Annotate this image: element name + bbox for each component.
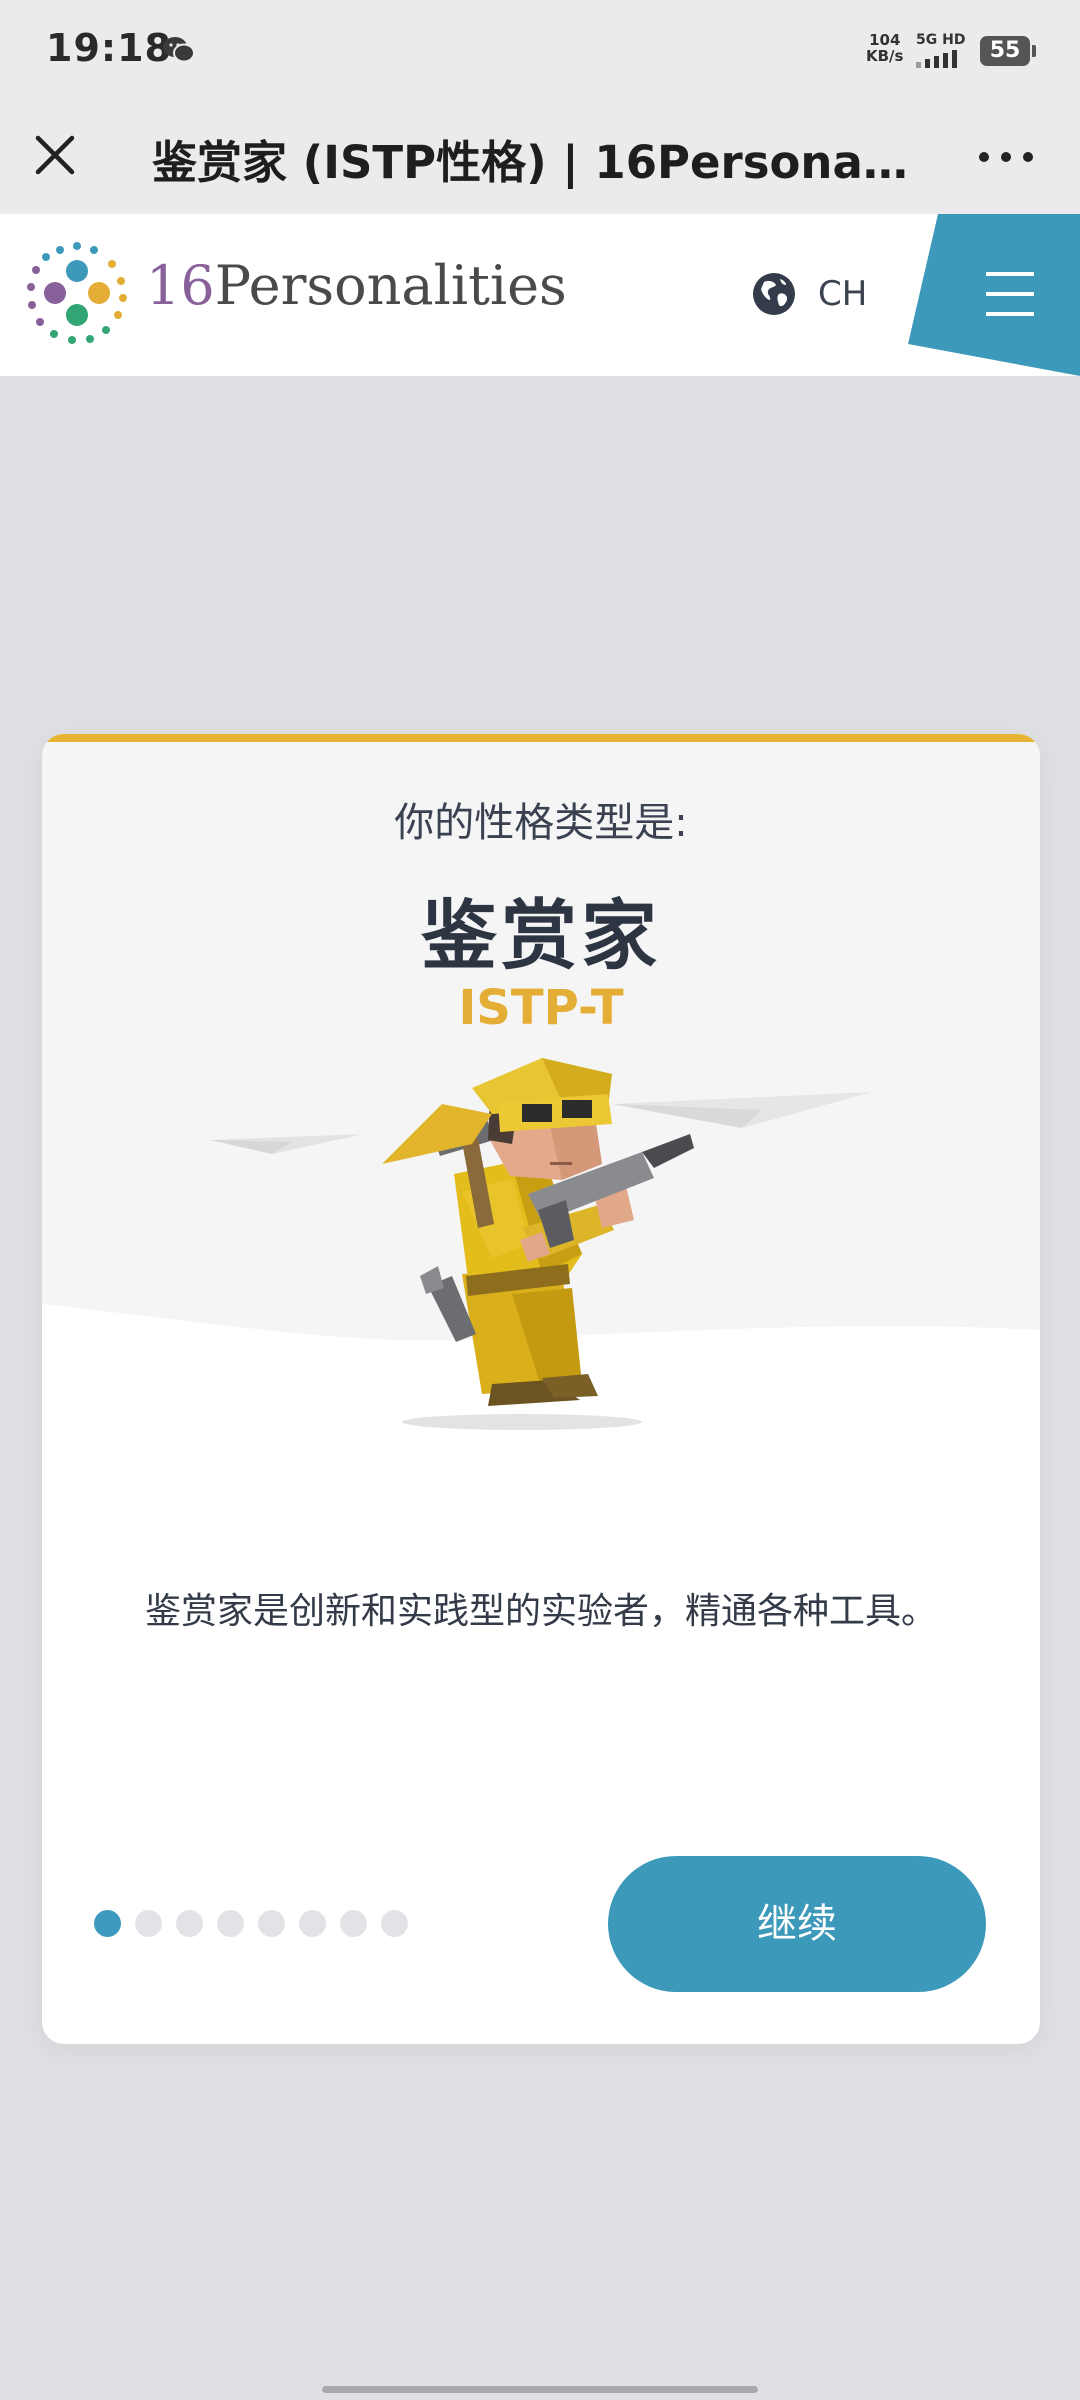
network-speed-value: 104 <box>869 31 901 49</box>
browser-title-bar: 鉴赏家 (ISTP性格) | 16Personalit… <box>0 100 1080 214</box>
personality-type-name: 鉴赏家 <box>421 891 661 980</box>
globe-icon[interactable] <box>752 272 796 316</box>
home-indicator[interactable] <box>322 2386 758 2393</box>
wechat-icon <box>163 37 195 63</box>
logo-wordmark[interactable]: 16Personalities <box>146 254 567 317</box>
result-subtitle: 你的性格类型是: <box>394 800 688 846</box>
pagination-dot-4[interactable] <box>217 1910 244 1937</box>
pagination-dot-6[interactable] <box>299 1910 326 1937</box>
pagination-dot-2[interactable] <box>135 1910 162 1937</box>
status-bar: 19:18 104 KB/s 5G HD 55 <box>0 0 1080 100</box>
pagination-dot-7[interactable] <box>340 1910 367 1937</box>
pagination-dot-1[interactable] <box>94 1910 121 1937</box>
continue-button[interactable]: 继续 <box>608 1856 986 1992</box>
network-speed-unit: KB/s <box>866 47 904 65</box>
more-options-icon[interactable] <box>974 142 1038 172</box>
card-accent-border <box>42 734 1040 742</box>
pagination-dots <box>94 1910 408 1940</box>
pagination-dot-8[interactable] <box>381 1910 408 1937</box>
personality-description: 鉴赏家是创新和实践型的实验者，精通各种工具。 <box>144 1591 937 1632</box>
site-header: 16Personalities CH <box>0 214 1080 376</box>
page-title: 鉴赏家 (ISTP性格) | 16Personalit… <box>152 136 922 189</box>
network-type-label: 5G HD <box>916 32 966 48</box>
result-card: 你的性格类型是: 鉴赏家 ISTP-T 鉴赏家是创新和实践型的实验者，精通各种工… <box>42 734 1040 2044</box>
signal-indicator: 5G HD <box>916 32 976 72</box>
logo-number: 16 <box>146 254 215 317</box>
virtuoso-character-illustration <box>42 1058 1040 1504</box>
status-time: 19:18 <box>46 26 172 70</box>
pagination-dot-5[interactable] <box>258 1910 285 1937</box>
personality-type-code: ISTP-T <box>458 980 624 1036</box>
language-selector[interactable]: CH <box>818 274 867 314</box>
logo-word: Personalities <box>214 254 567 317</box>
menu-button[interactable] <box>908 214 1080 376</box>
pagination-dot-3[interactable] <box>176 1910 203 1937</box>
close-icon[interactable] <box>30 130 80 180</box>
logo-icon[interactable] <box>24 240 130 346</box>
battery-indicator: 55 <box>980 36 1036 66</box>
network-speed: 104 KB/s <box>866 32 903 64</box>
signal-bars-icon <box>916 50 957 68</box>
